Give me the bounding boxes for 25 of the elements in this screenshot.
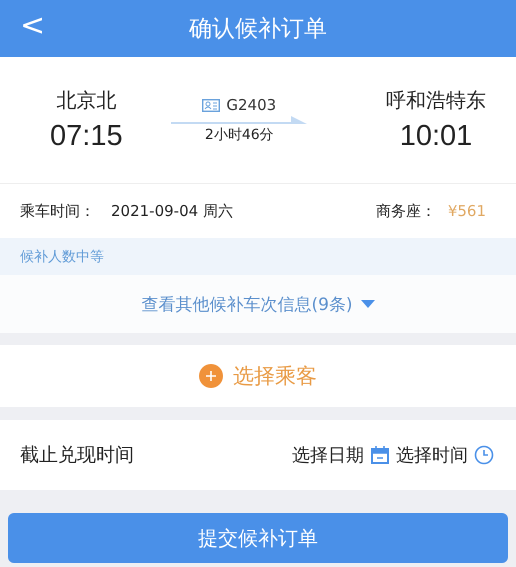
queue-status: 候补人数中等 xyxy=(20,248,104,266)
arrow-icon xyxy=(171,116,308,124)
back-button[interactable]: < xyxy=(14,8,52,43)
departure-time: 07:15 xyxy=(50,120,123,153)
dropdown-caret-icon xyxy=(360,300,375,308)
calendar-icon[interactable] xyxy=(370,445,390,465)
arrival-station: 呼和浩特东 xyxy=(386,87,486,114)
time-picker[interactable]: 选择时间 xyxy=(396,443,468,467)
deadline-label: 截止兑现时间 xyxy=(20,443,134,468)
travel-date: 2021-09-04 周六 xyxy=(111,202,233,220)
other-trains-link[interactable]: 查看其他候补车次信息(9条) xyxy=(141,292,353,316)
id-card-icon xyxy=(202,98,220,112)
date-picker[interactable]: 选择日期 xyxy=(292,443,364,467)
select-passenger-button[interactable]: 选择乘客 xyxy=(193,361,323,391)
train-number: G2403 xyxy=(226,96,276,114)
seat-label: 商务座： xyxy=(376,202,436,220)
date-label: 乘车时间： xyxy=(20,202,95,220)
departure-station: 北京北 xyxy=(56,87,116,114)
arrival-time: 10:01 xyxy=(400,120,472,153)
ticket-price: ¥561 xyxy=(448,202,486,220)
trip-duration: 2小时46分 xyxy=(204,126,274,144)
submit-button[interactable]: 提交候补订单 xyxy=(8,513,508,563)
page-title: 确认候补订单 xyxy=(189,15,327,44)
plus-icon xyxy=(199,364,223,388)
clock-icon[interactable] xyxy=(474,445,494,465)
